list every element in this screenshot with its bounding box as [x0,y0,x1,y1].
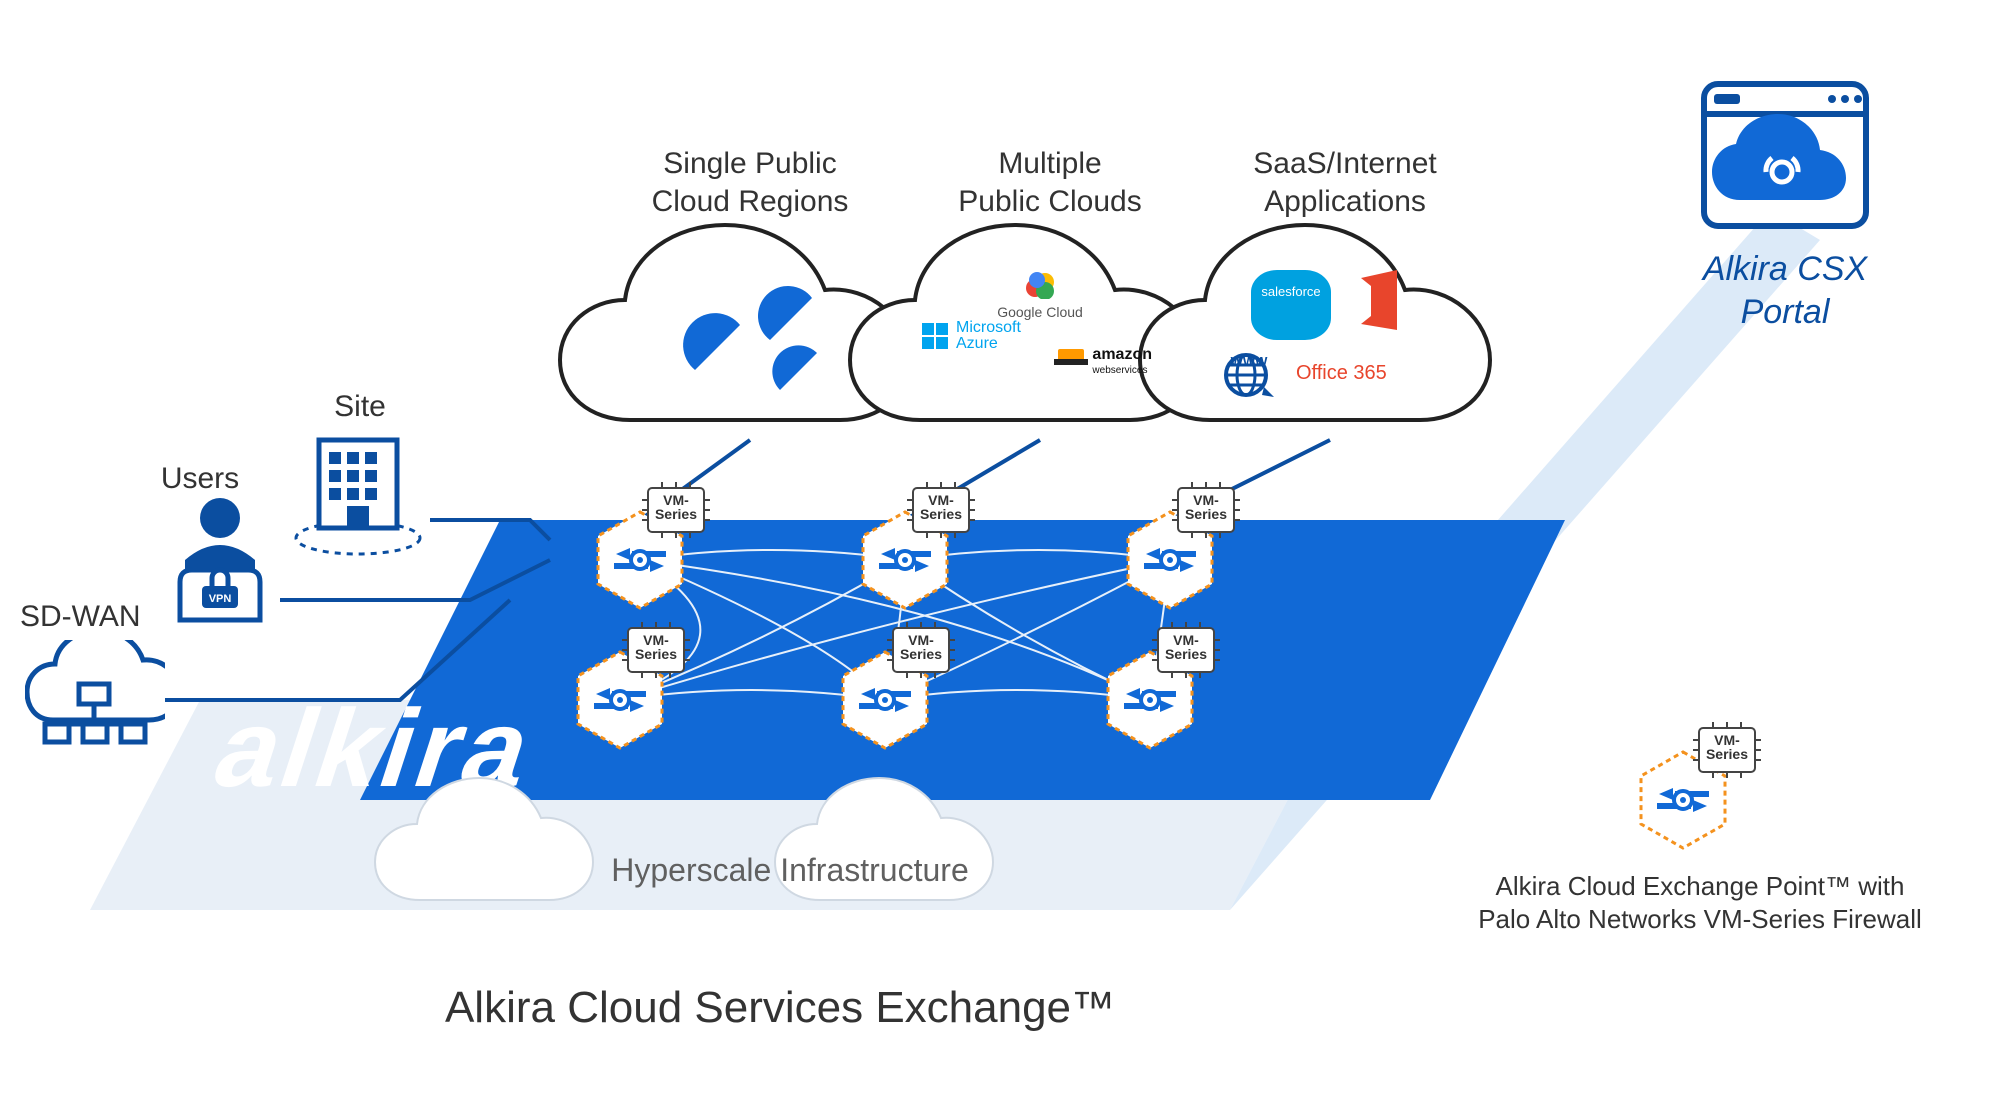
vm-label-2: VM- Series [917,493,965,521]
vm-label-legend: VM- Series [1703,733,1751,761]
diagram-title: Alkira Cloud Services Exchange™ [370,980,1190,1035]
label-saas: SaaS/Internet Applications [1205,145,1485,220]
label-multi-public: Multiple Public Clouds [920,145,1180,220]
vm-label-3: VM- Series [1182,493,1230,521]
label-legend: Alkira Cloud Exchange Point™ with Palo A… [1440,870,1960,935]
portal-icon [1700,80,1870,230]
label-hyperscale: Hyperscale Infrastructure [580,850,1000,890]
label-sdwan: SD-WAN [20,598,160,636]
legend-cxp [1615,720,1775,860]
label-site: Site [315,388,405,426]
vm-label-6: VM- Series [1162,633,1210,661]
vm-label-4: VM- Series [632,633,680,661]
label-single-public: Single Public Cloud Regions [610,145,890,220]
label-users: Users [150,460,250,498]
label-portal: Alkira CSX Portal [1640,248,1930,333]
vm-label-1: VM- Series [652,493,700,521]
vm-label-5: VM- Series [897,633,945,661]
